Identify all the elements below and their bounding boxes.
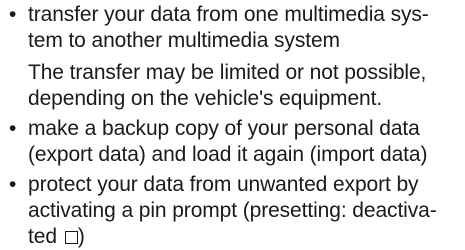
list-item-text-line: tem to another multimedia system: [28, 29, 340, 52]
bullet-icon: •: [9, 173, 17, 196]
list-item-text-line: protect your data from unwanted export b…: [28, 173, 419, 196]
list-item-text-line: activating a pin prompt (presetting: dea…: [28, 199, 437, 222]
document-body: • transfer your data from one multimedia…: [0, 0, 465, 248]
closing-paren-text: ): [77, 225, 85, 248]
note-text-line: The transfer may be limited or not possi…: [28, 61, 427, 84]
list-item-backup: • make a backup copy of your personal da…: [6, 116, 465, 168]
note-paragraph: The transfer may be limited or not possi…: [6, 60, 465, 112]
list-item-text-line: (export data) and load it again (import …: [28, 143, 428, 166]
note-text-line: depending on the vehicle's equipment.: [28, 87, 383, 110]
list-item-protect: • protect your data from unwanted export…: [6, 172, 465, 250]
list-item-text-line-last: ted): [28, 224, 465, 250]
bullet-icon: •: [9, 117, 17, 140]
list-item-text-line: make a backup copy of your personal data: [28, 117, 420, 140]
list-item-text-fragment: ted: [28, 225, 57, 248]
list-item-transfer: • transfer your data from one multimedia…: [6, 2, 465, 54]
unchecked-checkbox-icon: [64, 231, 78, 244]
bullet-icon: •: [9, 3, 17, 26]
list-item-text-line: transfer your data from one multimedia s…: [28, 3, 429, 26]
